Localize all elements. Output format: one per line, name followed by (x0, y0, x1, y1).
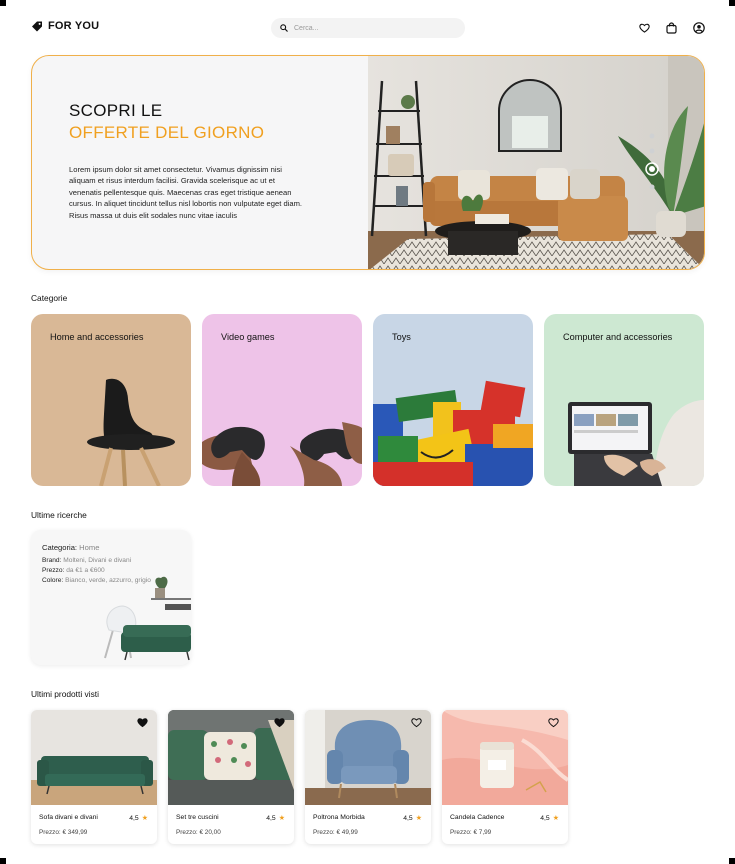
category-card-toys[interactable]: Toys (373, 314, 533, 486)
product-card[interactable]: Sofa divani e divani 4,5 ★ Prezzo: € 349,… (31, 710, 157, 844)
rating-value: 4,5 (129, 814, 139, 822)
brand-name: FOR YOU (48, 20, 100, 32)
category-card-computer[interactable]: Computer and accessories (544, 314, 704, 486)
product-card[interactable]: Set tre cuscini 4,5 ★ Prezzo: € 20,00 (168, 710, 294, 844)
rating-value: 4,5 (540, 814, 550, 822)
corner-mark (729, 858, 735, 864)
product-name: Set tre cuscini (176, 814, 219, 821)
star-icon: ★ (278, 815, 285, 822)
hero-description: Lorem ipsum dolor sit amet consectetur. … (69, 165, 303, 220)
categories-section-title: Categorie (31, 293, 68, 303)
shopping-bag-icon (666, 21, 677, 34)
category-card-home[interactable]: Home and accessories (31, 314, 191, 486)
hero-title-line1: SCOPRI LE (69, 101, 163, 120)
product-card[interactable]: Candela Cadence 4,5 ★ Prezzo: € 7,99 (442, 710, 568, 844)
user-icon (692, 21, 705, 34)
product-price: Prezzo: € 49,99 (313, 829, 358, 836)
recent-searches-title: Ultime ricerche (31, 510, 87, 520)
corner-mark (0, 858, 6, 864)
favorite-heart-icon[interactable] (137, 717, 148, 728)
product-rating: 4,5 ★ (540, 814, 559, 823)
search-bar[interactable] (271, 18, 465, 38)
rating-value: 4,5 (403, 814, 413, 822)
product-price: Prezzo: € 7,99 (450, 829, 492, 836)
product-card[interactable]: Poltrona Morbida 4,5 ★ Prezzo: € 49,99 (305, 710, 431, 844)
lego-bricks-image (373, 380, 533, 486)
hero-carousel-indicators (645, 132, 665, 207)
product-price: Prezzo: € 20,00 (176, 829, 221, 836)
game-controllers-image (202, 422, 362, 486)
product-price: Prezzo: € 349,99 (39, 829, 88, 836)
rating-value: 4,5 (266, 814, 276, 822)
star-icon: ★ (552, 815, 559, 822)
hero-text-panel: SCOPRI LE OFFERTE DEL GIORNO Lorem ipsum… (32, 56, 368, 269)
search-icon (280, 24, 288, 32)
favorite-heart-icon[interactable] (274, 717, 285, 728)
category-card-video-games[interactable]: Video games (202, 314, 362, 486)
favorite-heart-icon[interactable] (411, 717, 422, 728)
search-input[interactable] (294, 24, 444, 32)
corner-mark (729, 0, 735, 6)
recent-search-card[interactable]: Categoria: Home Brand: Molteni, Divani e… (31, 530, 191, 665)
laptop-image (568, 399, 704, 486)
recent-products-title: Ultimi prodotti visti (31, 689, 99, 699)
account-button[interactable] (692, 21, 705, 34)
star-icon: ★ (141, 815, 148, 822)
product-rating: 4,5 ★ (266, 814, 285, 823)
cart-button[interactable] (665, 21, 678, 34)
chair-image (87, 378, 175, 486)
hero-banner[interactable]: SCOPRI LE OFFERTE DEL GIORNO Lorem ipsum… (31, 55, 705, 270)
star-icon: ★ (415, 815, 422, 822)
product-rating: 4,5 ★ (129, 814, 148, 823)
product-rating: 4,5 ★ (403, 814, 422, 823)
heart-icon (639, 23, 650, 33)
wishlist-button[interactable] (638, 21, 651, 34)
product-name: Poltrona Morbida (313, 814, 365, 821)
tag-icon (32, 21, 42, 32)
carousel-dots (645, 133, 659, 190)
product-name: Candela Cadence (450, 814, 505, 821)
furniture-illustration (104, 576, 191, 661)
favorite-heart-icon[interactable] (548, 717, 559, 728)
corner-mark (0, 0, 6, 6)
product-name: Sofa divani e divani (39, 814, 98, 821)
brand-logo[interactable]: FOR YOU (31, 20, 99, 32)
hero-title-line2: OFFERTE DEL GIORNO (69, 123, 265, 142)
